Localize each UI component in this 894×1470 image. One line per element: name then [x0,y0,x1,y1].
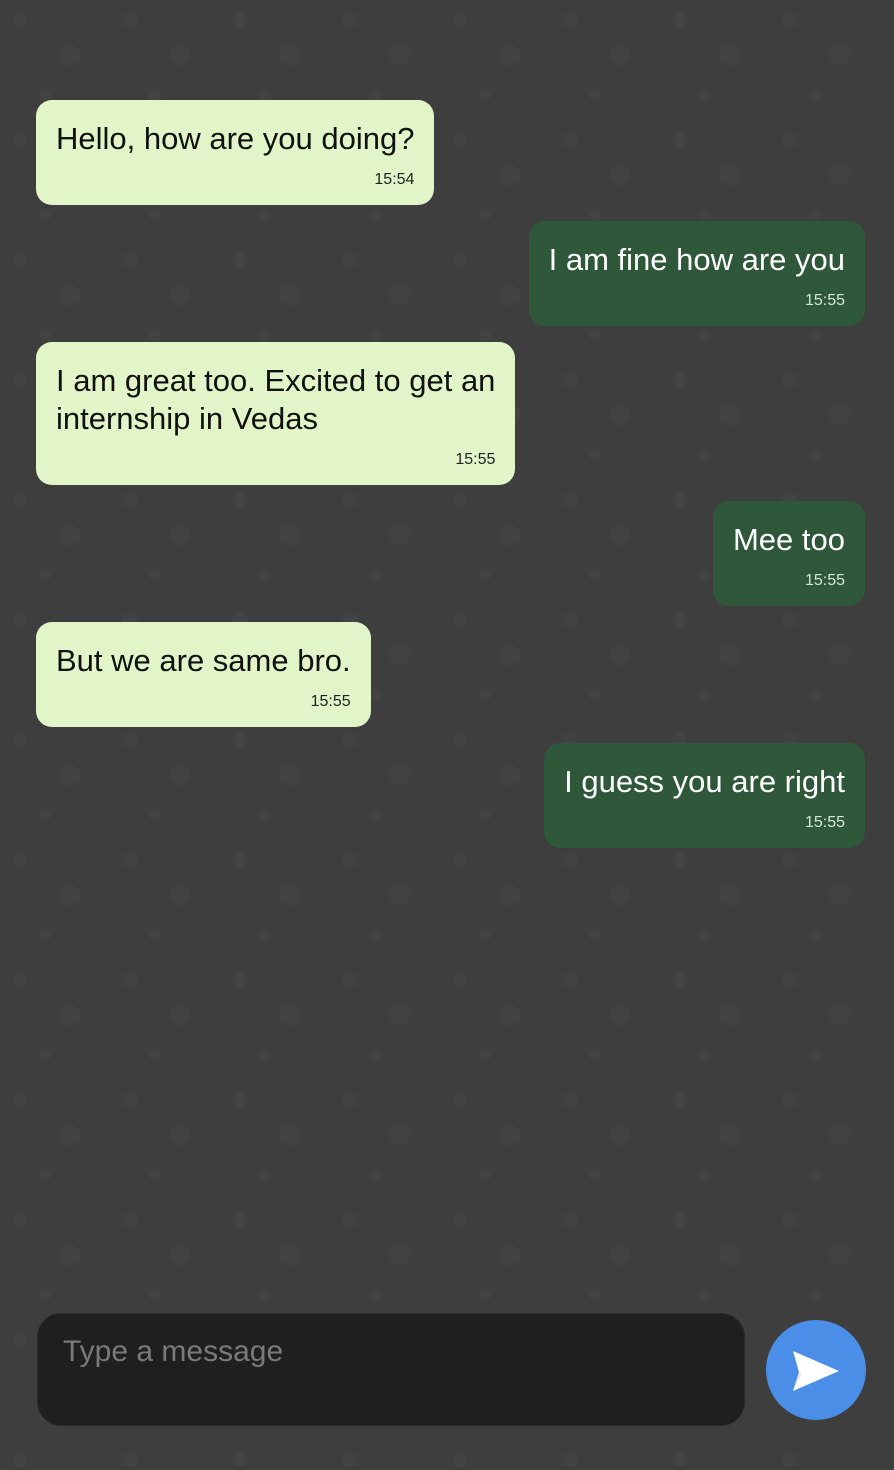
message-time: 15:55 [804,292,845,309]
message-list: Hello, how are you doing? 15:54 I am fin… [36,100,865,848]
message-bubble-received: Hello, how are you doing? 15:54 [36,100,435,205]
send-icon [793,1351,839,1391]
message-input-container [37,1313,745,1426]
message-input[interactable] [38,1314,744,1425]
message-bubble-received: I am great too. Excited to get an intern… [36,342,516,485]
message-time: 15:55 [310,693,351,710]
message-time: 15:55 [804,814,845,831]
message-time: 15:54 [374,171,415,188]
message-text: Hello, how are you doing? [56,121,415,156]
message-text: I am fine how are you [548,242,845,277]
message-bubble-sent: Mee too 15:55 [712,501,865,606]
message-text: But we are same bro. [56,643,351,678]
send-button[interactable] [766,1320,866,1420]
message-time: 15:55 [455,451,496,468]
message-bubble-sent: I am fine how are you 15:55 [528,221,865,326]
message-bubble-received: But we are same bro. 15:55 [36,622,371,727]
message-text: I am great too. Excited to get an intern… [56,363,496,436]
message-bubble-sent: I guess you are right 15:55 [544,743,865,848]
message-text: I guess you are right [564,764,845,799]
message-text: Mee too [732,522,845,557]
chat-screen: Hello, how are you doing? 15:54 I am fin… [0,0,894,1470]
message-time: 15:55 [804,572,845,589]
